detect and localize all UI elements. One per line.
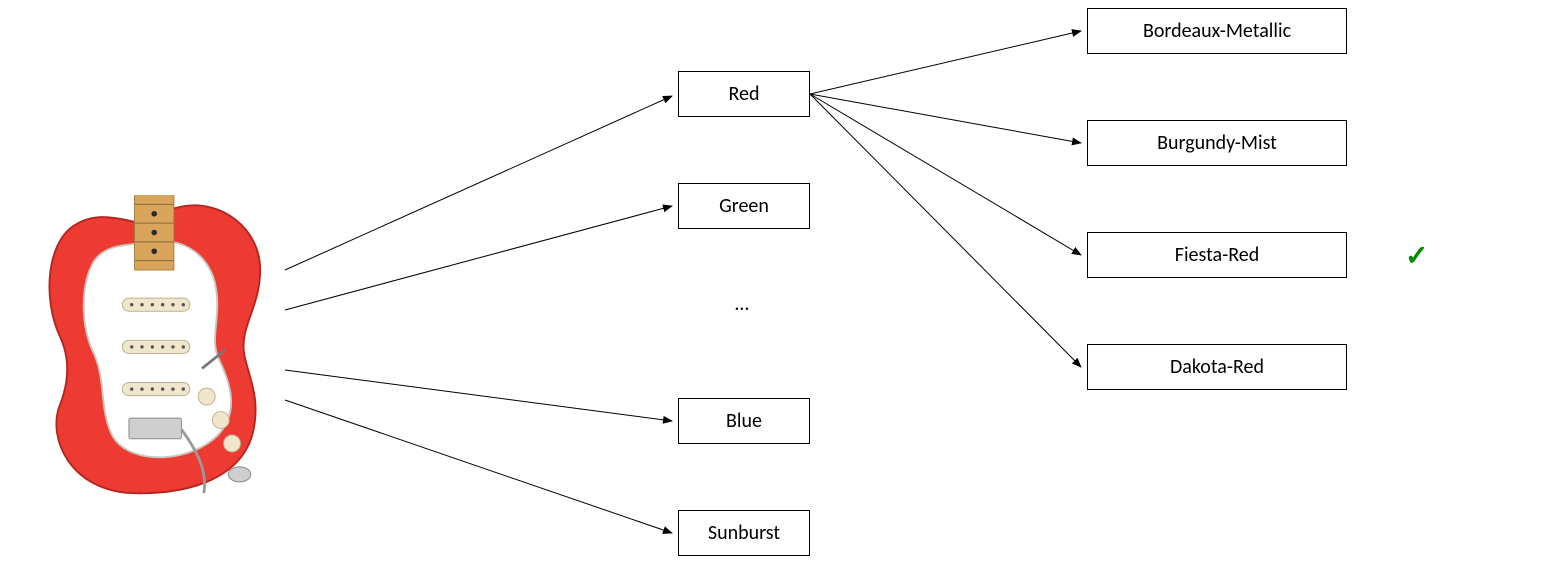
arrow-guitar-red: [285, 96, 672, 270]
arrow-guitar-sunburst: [285, 400, 672, 533]
node-green: Green: [678, 183, 810, 229]
arrow-guitar-blue: [285, 370, 672, 421]
node-ellipsis: …: [735, 292, 749, 316]
checkmark-icon: ✓: [1405, 238, 1428, 273]
node-burgundy-mist: Burgundy-Mist: [1087, 120, 1347, 166]
arrow-red-burgundy: [810, 94, 1081, 143]
arrow-red-dakota: [810, 94, 1081, 367]
arrow-red-fiesta: [810, 94, 1081, 255]
node-blue: Blue: [678, 398, 810, 444]
guitar-image: [35, 175, 280, 495]
node-dakota-red: Dakota-Red: [1087, 344, 1347, 390]
node-bordeaux-metallic: Bordeaux-Metallic: [1087, 8, 1347, 54]
arrow-red-bordeaux: [810, 31, 1081, 94]
node-red: Red: [678, 71, 810, 117]
guitar-svg: [35, 195, 280, 495]
node-sunburst: Sunburst: [678, 510, 810, 556]
node-fiesta-red: Fiesta-Red: [1087, 232, 1347, 278]
arrow-guitar-green: [285, 206, 672, 310]
